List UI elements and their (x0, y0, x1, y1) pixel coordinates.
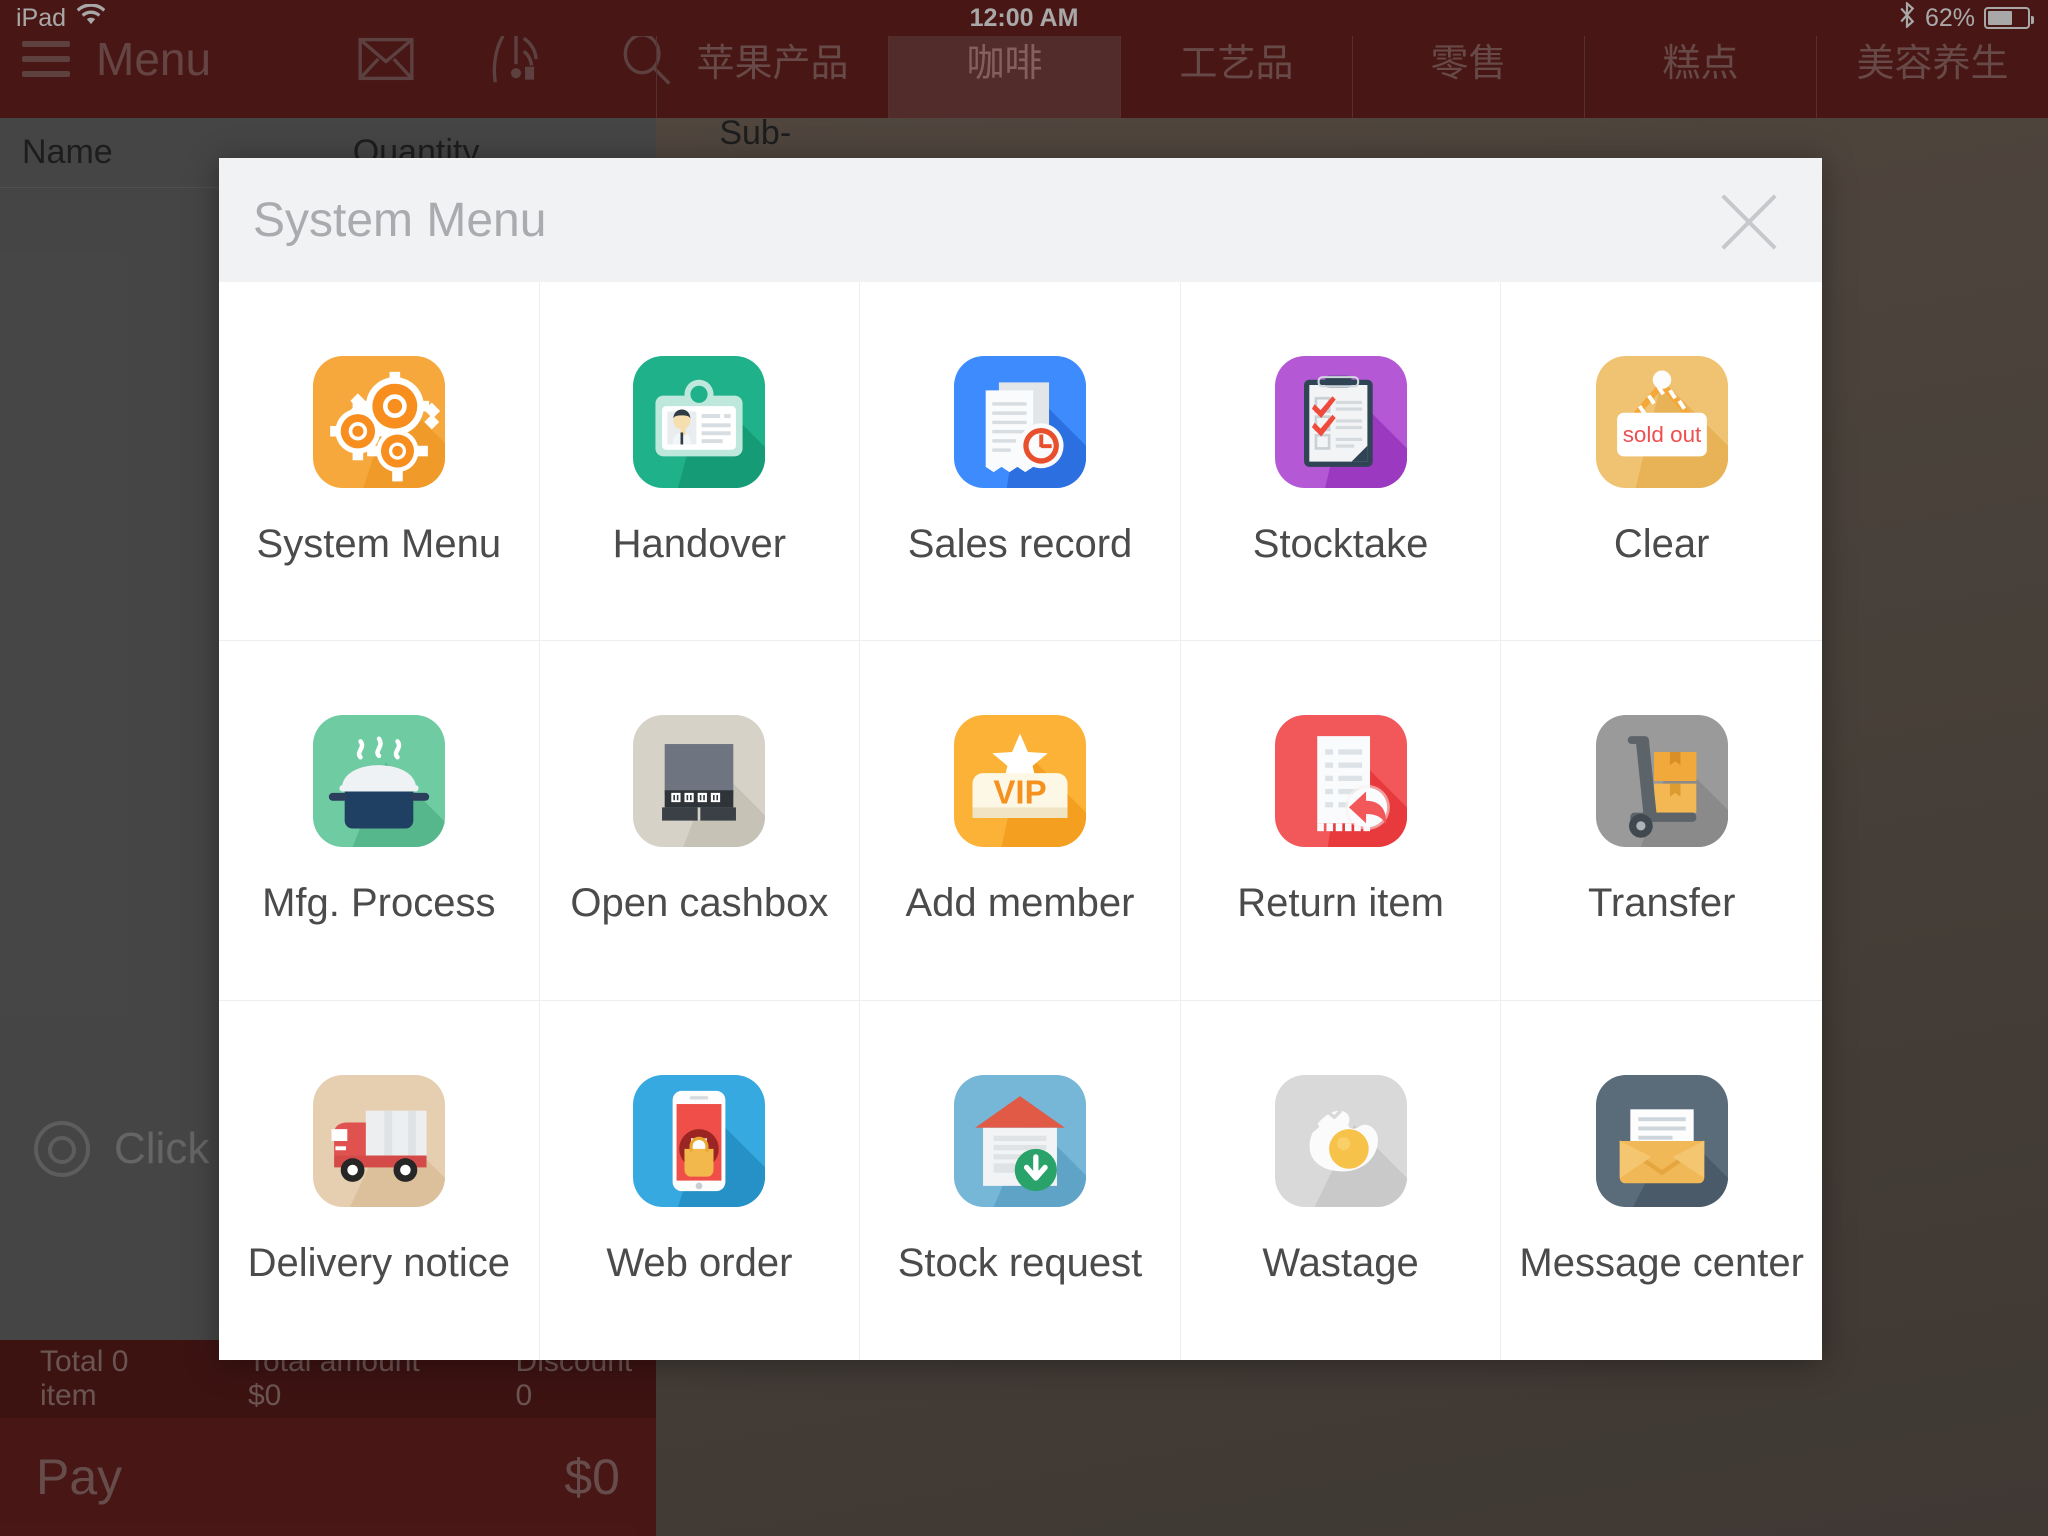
menu-item-open-cashbox[interactable]: Open cashbox (539, 641, 861, 1001)
menu-item-delivery-notice[interactable]: Delivery notice (219, 1000, 540, 1360)
svg-text:VIP: VIP (993, 773, 1046, 810)
cooking-pot-icon (312, 714, 445, 847)
cash-register-icon (633, 714, 766, 847)
mobile-order-icon (633, 1074, 766, 1207)
menu-item-label: Delivery notice (247, 1240, 510, 1285)
menu-item-mfg-process[interactable]: Mfg. Process (219, 641, 540, 1001)
menu-item-label: Add member (905, 880, 1135, 925)
id-badge-icon (633, 355, 766, 488)
dialog-title: System Menu (253, 193, 547, 247)
dialog-header: System Menu (219, 158, 1822, 282)
menu-item-label: System Menu (256, 521, 502, 566)
receipt-clock-icon (953, 355, 1086, 488)
menu-item-label: Open cashbox (570, 880, 829, 925)
menu-item-label: Wastage (1262, 1240, 1419, 1285)
svg-text:sold out: sold out (1622, 421, 1701, 446)
menu-grid: System Menu Handover Sales record Stockt… (219, 282, 1822, 1360)
menu-item-handover[interactable]: Handover (539, 282, 861, 642)
broken-egg-icon (1274, 1074, 1407, 1207)
menu-item-wastage[interactable]: Wastage (1181, 1000, 1502, 1360)
gears-icon (312, 355, 445, 488)
menu-item-label: Mfg. Process (262, 880, 496, 925)
envelope-mail-icon (1595, 1074, 1728, 1207)
receipt-return-icon (1274, 714, 1407, 847)
menu-item-label: Sales record (907, 521, 1133, 566)
warehouse-down-icon (953, 1074, 1086, 1207)
menu-item-label: Web order (606, 1240, 793, 1285)
menu-item-web-order[interactable]: Web order (540, 1000, 861, 1360)
menu-item-clear[interactable]: sold out Clear (1501, 282, 1822, 642)
menu-item-stocktake[interactable]: Stocktake (1180, 282, 1502, 642)
hand-truck-icon (1595, 714, 1728, 847)
menu-item-add-member[interactable]: VIP Add member (860, 641, 1181, 1001)
menu-item-label: Stocktake (1252, 521, 1429, 566)
menu-item-transfer[interactable]: Transfer (1501, 641, 1822, 1001)
close-icon[interactable] (1712, 183, 1786, 257)
clipboard-check-icon (1274, 355, 1407, 488)
vip-card-icon: VIP (953, 714, 1086, 847)
delivery-truck-icon (312, 1074, 445, 1207)
system-menu-dialog: System Menu System Menu Handover Sales r… (219, 158, 1822, 1360)
menu-item-stock-request[interactable]: Stock request (860, 1000, 1181, 1360)
menu-item-label: Message center (1519, 1240, 1804, 1285)
sold-out-sign-icon: sold out (1595, 355, 1728, 488)
menu-item-label: Clear (1613, 521, 1710, 566)
menu-item-label: Handover (612, 521, 787, 566)
menu-item-message-center[interactable]: Message center (1501, 1001, 1822, 1360)
menu-item-label: Stock request (897, 1240, 1143, 1285)
menu-item-sales-record[interactable]: Sales record (860, 282, 1181, 642)
menu-item-return-item[interactable]: Return item (1180, 641, 1502, 1001)
menu-item-label: Transfer (1587, 880, 1736, 925)
menu-item-system-menu[interactable]: System Menu (219, 282, 540, 642)
menu-item-label: Return item (1237, 880, 1444, 925)
